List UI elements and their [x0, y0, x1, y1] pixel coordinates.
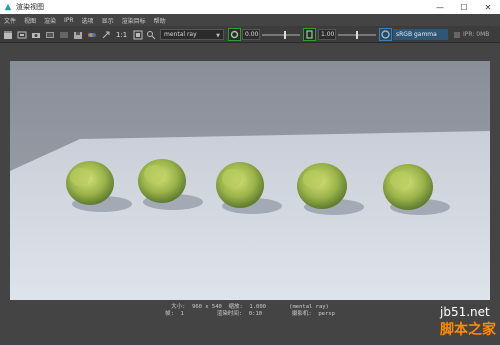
gamma-slider-handle[interactable] [356, 31, 358, 39]
window-title: 渲染视图 [16, 3, 44, 11]
render-region-button[interactable] [17, 29, 27, 40]
menu-ipr[interactable]: IPR [64, 17, 74, 24]
gamma-slider[interactable] [338, 31, 376, 39]
exposure-slider-handle[interactable] [283, 31, 286, 39]
film-icon [46, 31, 54, 38]
frame-image-button[interactable] [133, 29, 143, 40]
watermark-brand: 脚本之家 [440, 322, 496, 338]
render-toolbar: 1:1 mental ray ▼ 0.00 1.00 sRGB gamma IP… [0, 26, 500, 43]
ipr-render-button[interactable] [59, 29, 69, 40]
chevron-down-icon: ▼ [216, 33, 220, 39]
magnify-icon [147, 30, 156, 39]
ipr-memory-status: IPR: 0MB [453, 29, 489, 40]
ipr-icon [60, 31, 68, 38]
display-rgb-button[interactable] [87, 29, 97, 40]
color-wheel-icon [381, 30, 390, 39]
menu-file[interactable]: 文件 [4, 16, 16, 25]
renderer-select[interactable]: mental ray ▼ [160, 29, 224, 40]
real-size-button[interactable]: 1:1 [116, 29, 127, 40]
redo-render-button[interactable] [3, 29, 13, 40]
menu-render[interactable]: 渲染 [44, 16, 56, 25]
watermark-site: jb51.net [440, 305, 490, 319]
gamma-toggle-button[interactable] [303, 28, 316, 41]
exposure-toggle-button[interactable] [228, 28, 241, 41]
ipr-status-icon [454, 31, 460, 38]
arrows-icon [102, 31, 110, 38]
camera-icon [32, 32, 40, 38]
gamma-field[interactable]: 1.00 [318, 29, 336, 40]
menu-bar: 文件 视图 渲染 IPR 选项 显示 渲染目标 帮助 [0, 14, 500, 26]
renderer-select-value: mental ray [164, 31, 197, 38]
exposure-field[interactable]: 0.00 [242, 29, 260, 40]
render-info-frame: 帧: 1 渲染时间: 0:10 摄影机: persp [165, 311, 335, 317]
clapper-icon [4, 30, 12, 39]
gamma-icon [306, 30, 313, 39]
render-info-bar: 大小: 960 x 540 缩放: 1.000 (mental ray) 帧: … [0, 300, 500, 345]
maximize-button[interactable]: ☐ [452, 0, 476, 14]
menu-display[interactable]: 显示 [102, 16, 114, 25]
rgb-channels-icon [88, 32, 96, 37]
region-zoom-button[interactable] [146, 29, 156, 40]
save-image-icon [74, 31, 82, 39]
minimize-button[interactable]: — [428, 0, 452, 14]
rendered-image[interactable] [10, 61, 490, 301]
exposure-slider[interactable] [262, 31, 300, 39]
save-image-button[interactable] [73, 29, 83, 40]
menu-view[interactable]: 视图 [24, 16, 36, 25]
region-render-icon [17, 31, 27, 38]
menu-options[interactable]: 选项 [82, 16, 94, 25]
menu-render-target[interactable]: 渲染目标 [122, 16, 146, 25]
zoom-fit-button[interactable] [101, 29, 111, 40]
snapshot-region-button[interactable] [45, 29, 55, 40]
watermark: jb51.net 脚本之家 [440, 305, 496, 339]
color-management-button[interactable] [379, 28, 392, 41]
color-space-field[interactable]: sRGB gamma [393, 29, 448, 40]
menu-help[interactable]: 帮助 [154, 16, 166, 25]
render-viewport [0, 43, 500, 301]
ipr-memory-label: IPR: 0MB [463, 31, 490, 38]
maya-app-icon [4, 3, 12, 11]
frame-icon [133, 30, 143, 39]
close-button[interactable]: ✕ [476, 0, 500, 14]
snapshot-button[interactable] [31, 29, 41, 40]
exposure-icon [230, 30, 239, 39]
title-bar: 渲染视图 — ☐ ✕ [0, 0, 500, 14]
